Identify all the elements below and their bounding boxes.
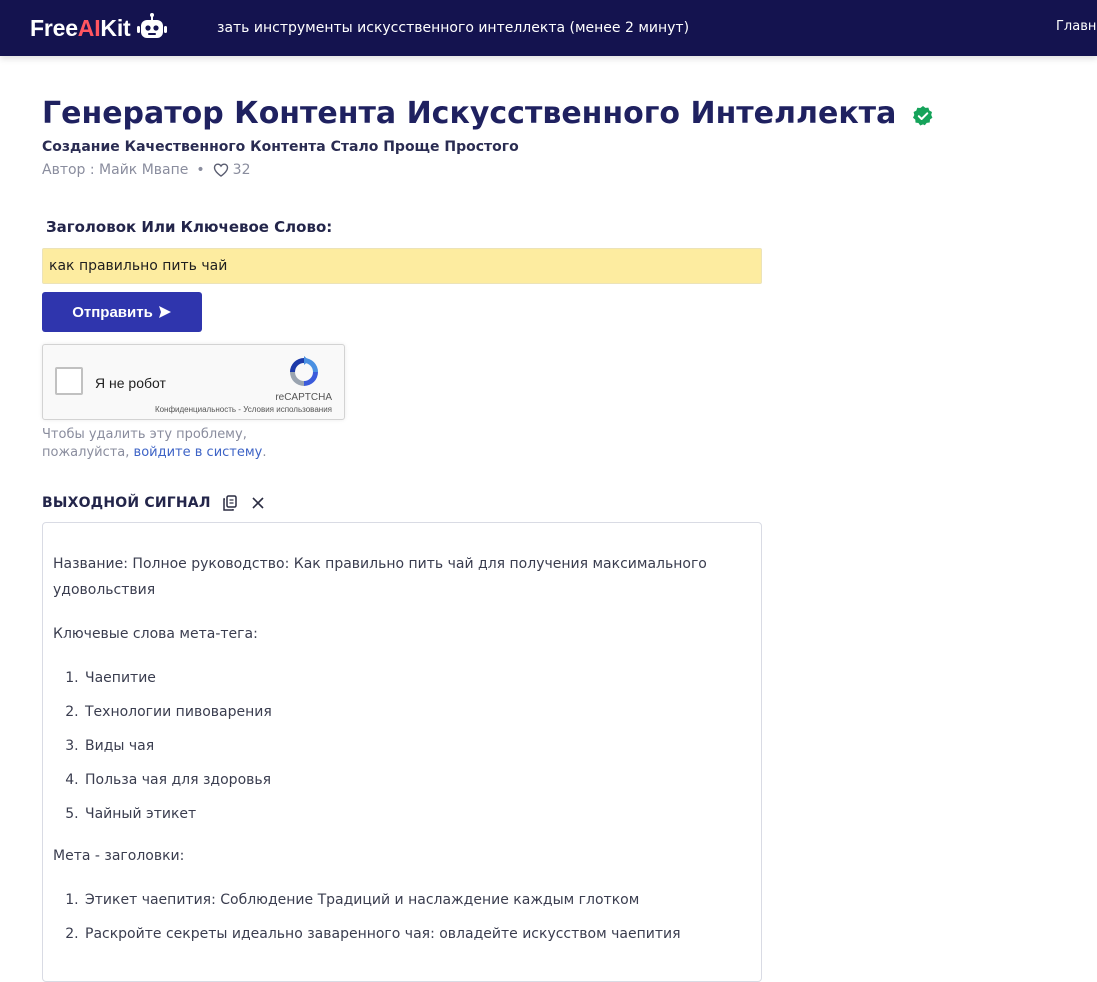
close-icon[interactable] [249,494,267,512]
page-title: Генератор Контента Искусственного Интелл… [42,92,934,136]
keywords-label: Ключевые слова мета-тега: [53,626,258,642]
page-subtitle: Создание Качественного Контента Стало Пр… [42,139,519,155]
recaptcha-widget: Я не робот reCAPTCHA Конфиденциальность … [42,344,345,420]
recaptcha-checkbox[interactable] [55,367,83,395]
likes-count: 32 [232,162,251,178]
recaptcha-brand: reCAPTCHA [275,392,332,403]
output-header: ВЫХОДНОЙ СИГНАЛ [42,494,267,512]
output-title-line: Название: Полное руководство: Как правил… [53,556,707,598]
list-item: Этикет чаепития: Соблюдение Традиций и н… [83,887,751,913]
author-name[interactable]: Автор : Майк Мвапе [42,162,188,178]
keyword-input[interactable] [42,248,762,284]
logo-text-kit: Kit [100,14,131,41]
author-meta: Автор : Майк Мвапе • 32 [42,162,251,178]
keyword-field-label: Заголовок Или Ключевое Слово: [46,218,333,236]
login-note: Чтобы удалить эту проблему, пожалуйста, … [42,426,302,462]
list-item: Чайный этикет [83,801,751,827]
announcement-ticker: зать инструменты искусственного интеллек… [217,20,690,36]
keywords-list: Чаепитие Технологии пивоварения Виды чая… [53,665,751,827]
list-item: Раскройте секреты идеально заваренного ч… [83,921,751,947]
recaptcha-policy-links[interactable]: Конфиденциальность - Условия использован… [155,405,332,414]
list-item: Виды чая [83,733,751,759]
recaptcha-logo-icon [290,356,318,386]
robot-icon [137,13,168,38]
meta-headings-label: Мета - заголовки: [53,848,185,864]
nav-link-home[interactable]: Главна [1056,19,1097,34]
logo-text-free: Free [30,14,78,41]
meta-separator: • [196,162,205,178]
send-icon [158,306,171,318]
login-link[interactable]: войдите в систему [134,445,263,460]
site-logo[interactable]: Free AI Kit [30,12,168,44]
output-heading: ВЫХОДНОЙ СИГНАЛ [42,495,211,511]
list-item: Технологии пивоварения [83,699,751,725]
meta-headings-list: Этикет чаепития: Соблюдение Традиций и н… [53,887,751,947]
list-item: Чаепитие [83,665,751,691]
logo-text-ai: AI [77,14,101,41]
list-item: Польза чая для здоровья [83,767,751,793]
submit-button[interactable]: Отправить [42,292,202,332]
top-navigation-bar: Free AI Kit зать инструменты искусственног… [0,0,1097,56]
page-title-text: Генератор Контента Искусственного Интелл… [42,96,897,131]
output-content-box[interactable]: Название: Полное руководство: Как правил… [42,522,762,982]
recaptcha-label: Я не робот [95,375,166,391]
verified-check-icon [913,106,933,126]
heart-icon[interactable] [213,162,229,178]
submit-button-label: Отправить [72,303,153,321]
login-note-period: . [262,445,267,460]
copy-icon[interactable] [221,494,239,512]
